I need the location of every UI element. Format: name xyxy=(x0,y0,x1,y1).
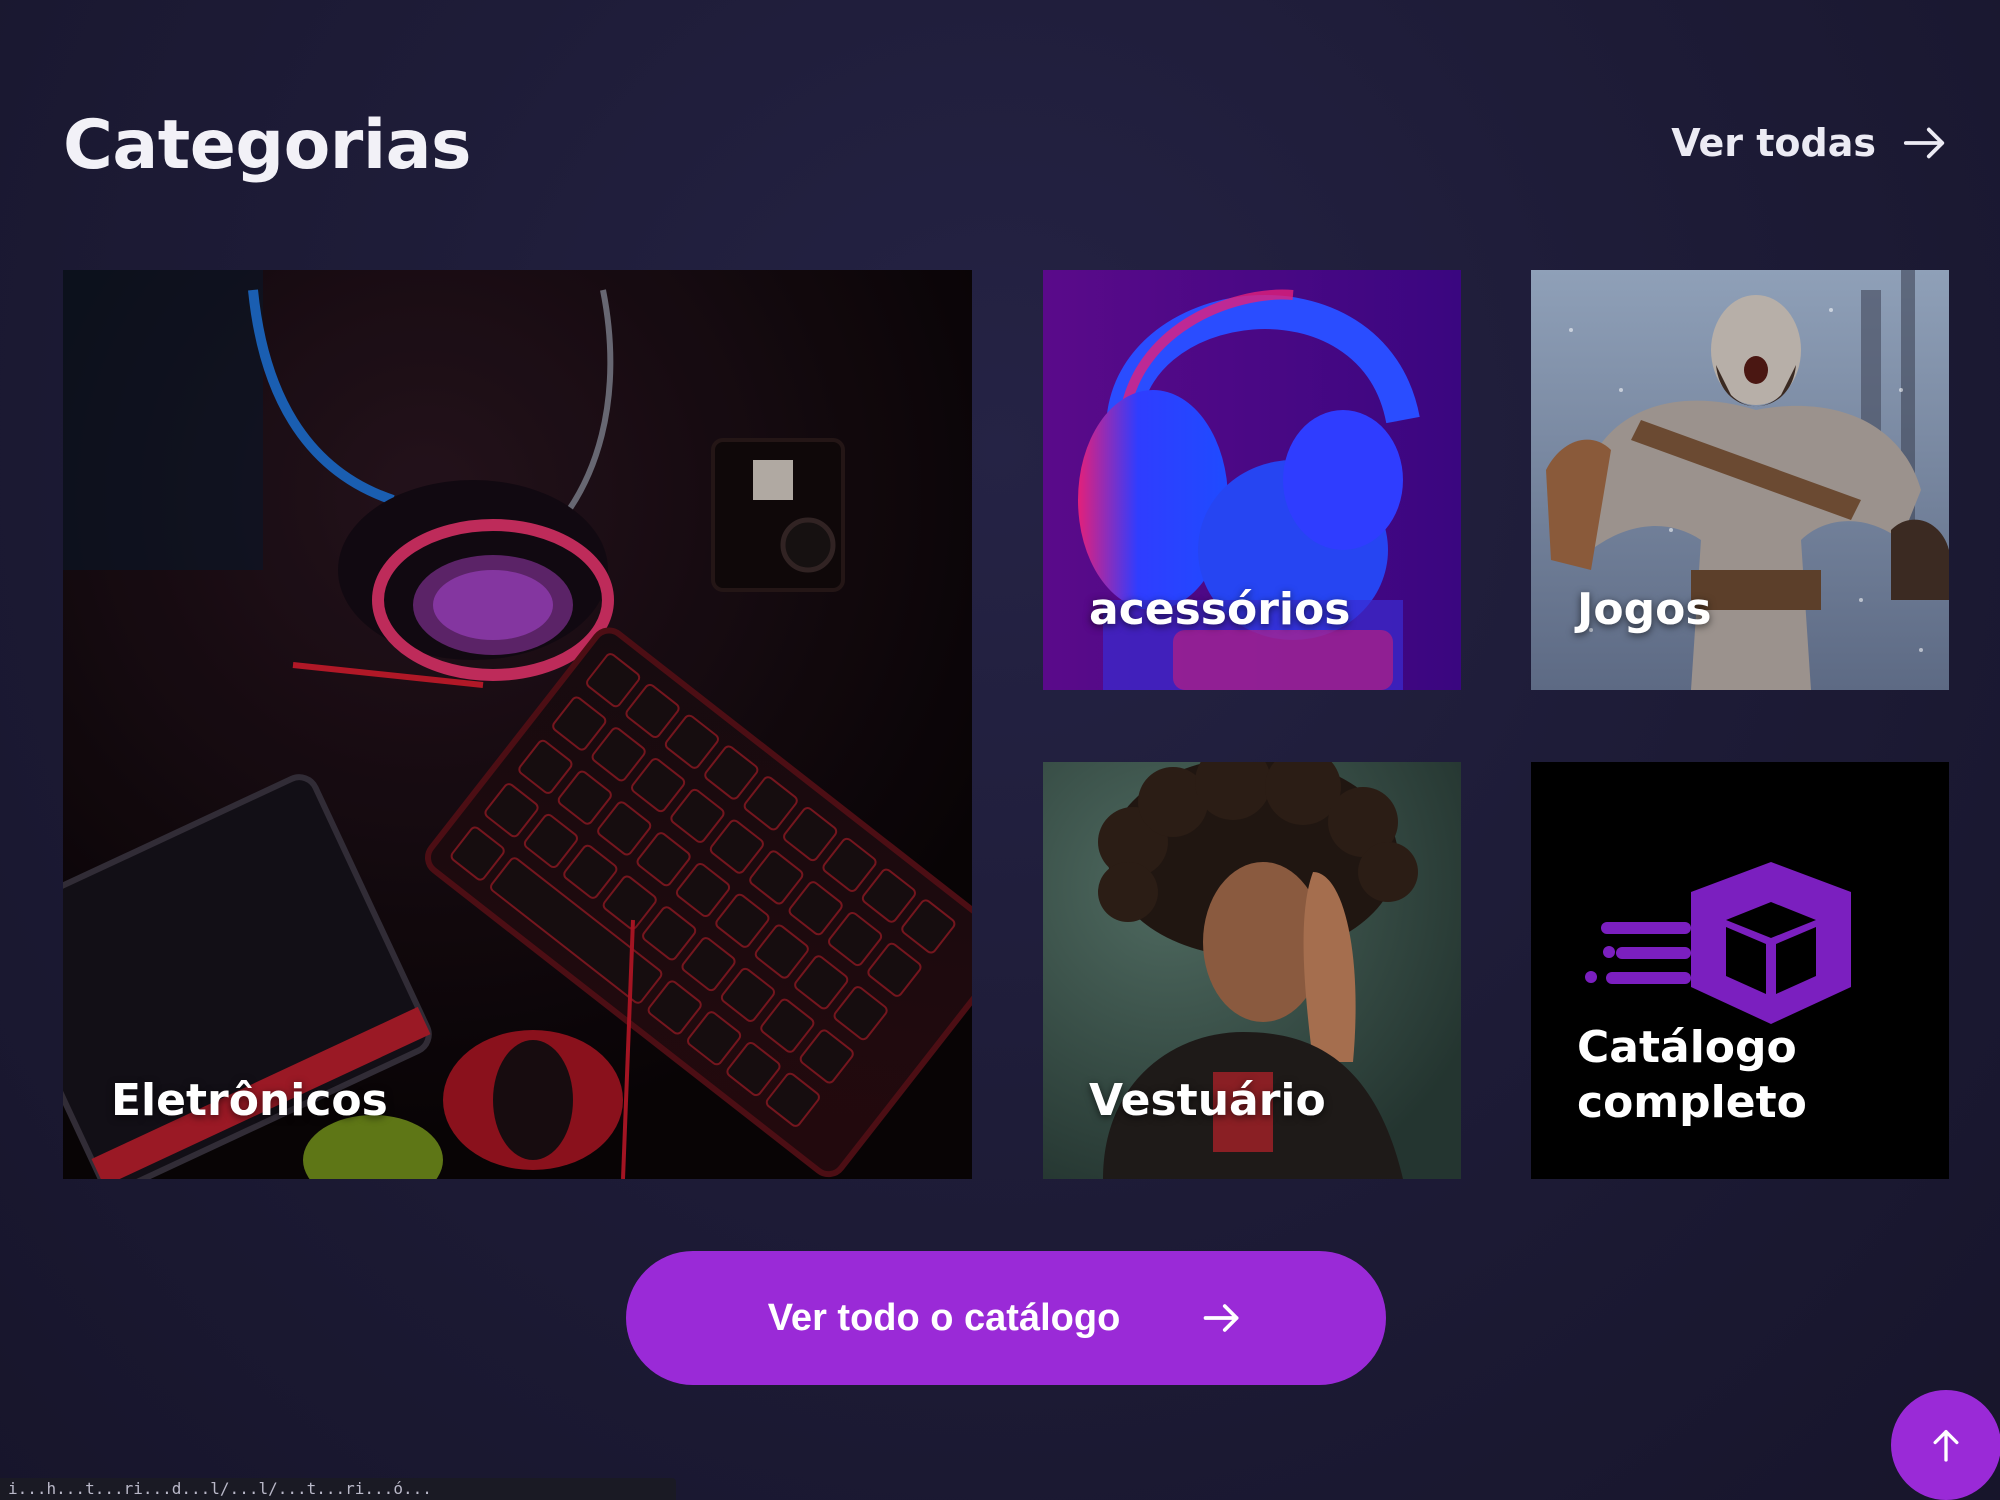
category-label: Jogos xyxy=(1577,584,1712,635)
category-card-full-catalog[interactable]: Catálogo completo xyxy=(1531,762,1949,1179)
view-all-link[interactable]: Ver todas xyxy=(1671,120,1948,166)
electronics-image xyxy=(63,270,972,1179)
category-label: Vestuário xyxy=(1089,1075,1326,1126)
category-label: Catálogo completo xyxy=(1577,1020,1807,1130)
section-title: Categorias xyxy=(63,106,472,185)
category-label-line2: completo xyxy=(1577,1077,1807,1128)
cta-label: Ver todo o catálogo xyxy=(767,1296,1121,1339)
arrow-up-icon xyxy=(1933,1430,1959,1462)
arrow-right-icon xyxy=(1903,127,1945,159)
view-all-label: Ver todas xyxy=(1671,121,1876,165)
scroll-to-top-button[interactable] xyxy=(1891,1390,2000,1500)
category-card-electronics[interactable]: Eletrônicos xyxy=(63,270,972,1179)
category-card-accessories[interactable]: acessórios xyxy=(1043,270,1461,690)
view-full-catalog-button[interactable]: Ver todo o catálogo xyxy=(626,1251,1386,1385)
browser-status-bar: i...h...t...ri...d...l/...l/...t...ri...… xyxy=(0,1478,676,1500)
category-label: Eletrônicos xyxy=(111,1075,388,1126)
category-label-line1: Catálogo xyxy=(1577,1022,1797,1073)
category-card-games[interactable]: Jogos xyxy=(1531,270,1949,690)
category-card-clothing[interactable]: Vestuário xyxy=(1043,762,1461,1179)
arrow-right-icon xyxy=(1203,1304,1239,1332)
category-label: acessórios xyxy=(1089,584,1351,635)
categories-section: Categorias Ver todas Eletrônicos acessór… xyxy=(0,0,2000,1500)
